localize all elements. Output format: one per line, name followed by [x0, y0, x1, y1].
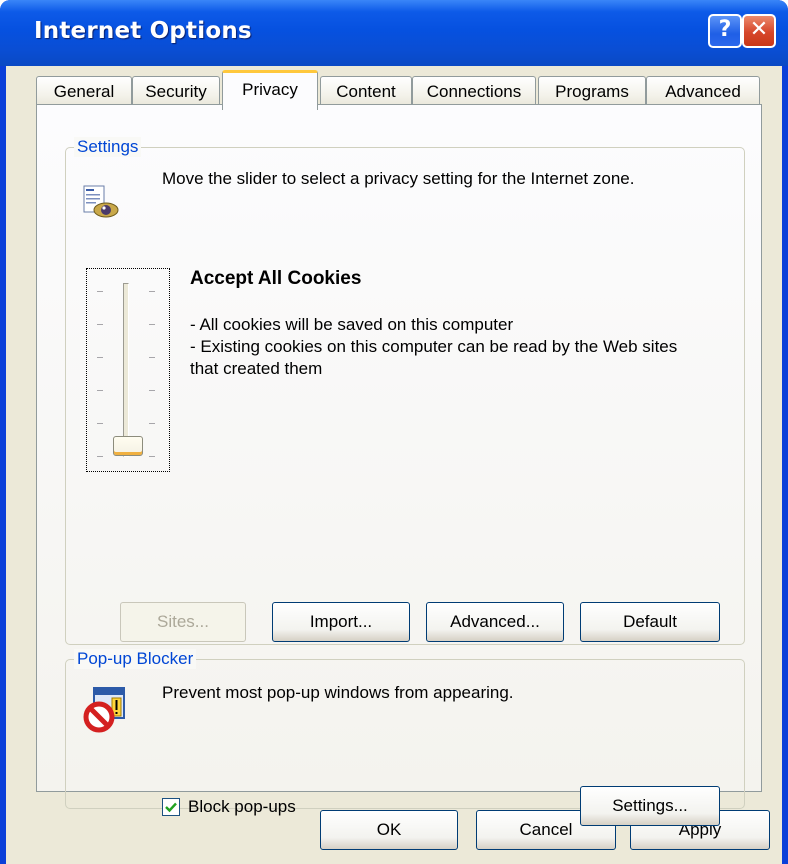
privacy-eye-icon — [80, 184, 120, 224]
slider-tick — [149, 456, 155, 457]
advanced-button[interactable]: Advanced... — [426, 602, 564, 642]
slider-tick — [97, 357, 103, 358]
close-icon: ✕ — [749, 17, 769, 42]
default-button-label: Default — [623, 612, 677, 631]
sites-button[interactable]: Sites... — [120, 602, 246, 642]
settings-description: Move the slider to select a privacy sett… — [162, 169, 635, 188]
settings-groupbox: Settings Move the slider to select a pri… — [65, 137, 745, 645]
slider-tick — [149, 291, 155, 292]
import-button[interactable]: Import... — [272, 602, 410, 642]
privacy-level-slider[interactable] — [86, 268, 170, 472]
help-button[interactable]: ? — [708, 14, 742, 48]
slider-track — [123, 283, 129, 457]
privacy-level-title: Accept All Cookies — [190, 268, 362, 289]
privacy-tab-panel: Settings Move the slider to select a pri… — [36, 104, 762, 826]
checkmark-icon — [165, 802, 177, 813]
import-button-label: Import... — [309, 612, 373, 631]
title-bar[interactable]: Internet Options ? ✕ — [0, 0, 788, 66]
tab-privacy[interactable]: Privacy — [222, 70, 318, 110]
internet-options-window: Internet Options ? ✕ General Security Pr… — [0, 0, 788, 864]
dialog-client-area: General Security Privacy Content Connect… — [6, 66, 782, 864]
tab-label: Security — [145, 82, 207, 101]
default-button[interactable]: Default — [580, 602, 720, 642]
tab-label: Connections — [426, 82, 522, 101]
block-popups-checkbox[interactable] — [162, 798, 180, 816]
slider-tick — [97, 456, 103, 457]
block-popups-label[interactable]: Block pop-ups — [188, 796, 296, 818]
slider-tick — [97, 324, 103, 325]
ok-button-label: OK — [376, 820, 402, 839]
slider-tick — [97, 390, 103, 391]
tab-label: Privacy — [242, 80, 298, 99]
privacy-level-line2: - Existing cookies on this computer can … — [190, 337, 678, 378]
slider-tick — [149, 390, 155, 391]
slider-tick — [97, 423, 103, 424]
ok-button[interactable]: OK — [320, 810, 458, 850]
popup-blocker-description: Prevent most pop-up windows from appeari… — [162, 683, 514, 702]
slider-tick — [97, 291, 103, 292]
sites-button-label: Sites... — [157, 612, 209, 631]
window-title: Internet Options — [34, 18, 252, 44]
privacy-level-line1: - All cookies will be saved on this comp… — [190, 315, 514, 334]
popup-blocker-legend: Pop-up Blocker — [74, 649, 197, 669]
popup-blocker-icon — [82, 686, 130, 734]
tab-label: General — [53, 82, 115, 101]
tab-label: Programs — [555, 82, 629, 101]
slider-thumb[interactable] — [113, 436, 143, 456]
popup-settings-button-label: Settings... — [612, 796, 688, 815]
tab-label: Advanced — [665, 82, 741, 101]
advanced-button-label: Advanced... — [450, 612, 540, 631]
slider-tick — [149, 423, 155, 424]
close-button[interactable]: ✕ — [742, 14, 776, 48]
cancel-button-label: Cancel — [519, 820, 573, 839]
popup-blocker-groupbox: Pop-up Blocker Prevent most pop-up windo… — [65, 649, 745, 826]
tab-label: Content — [336, 82, 396, 101]
popup-settings-button[interactable]: Settings... — [580, 786, 720, 826]
help-icon: ? — [718, 17, 732, 42]
slider-tick — [149, 357, 155, 358]
settings-legend: Settings — [74, 137, 142, 157]
slider-tick — [149, 324, 155, 325]
